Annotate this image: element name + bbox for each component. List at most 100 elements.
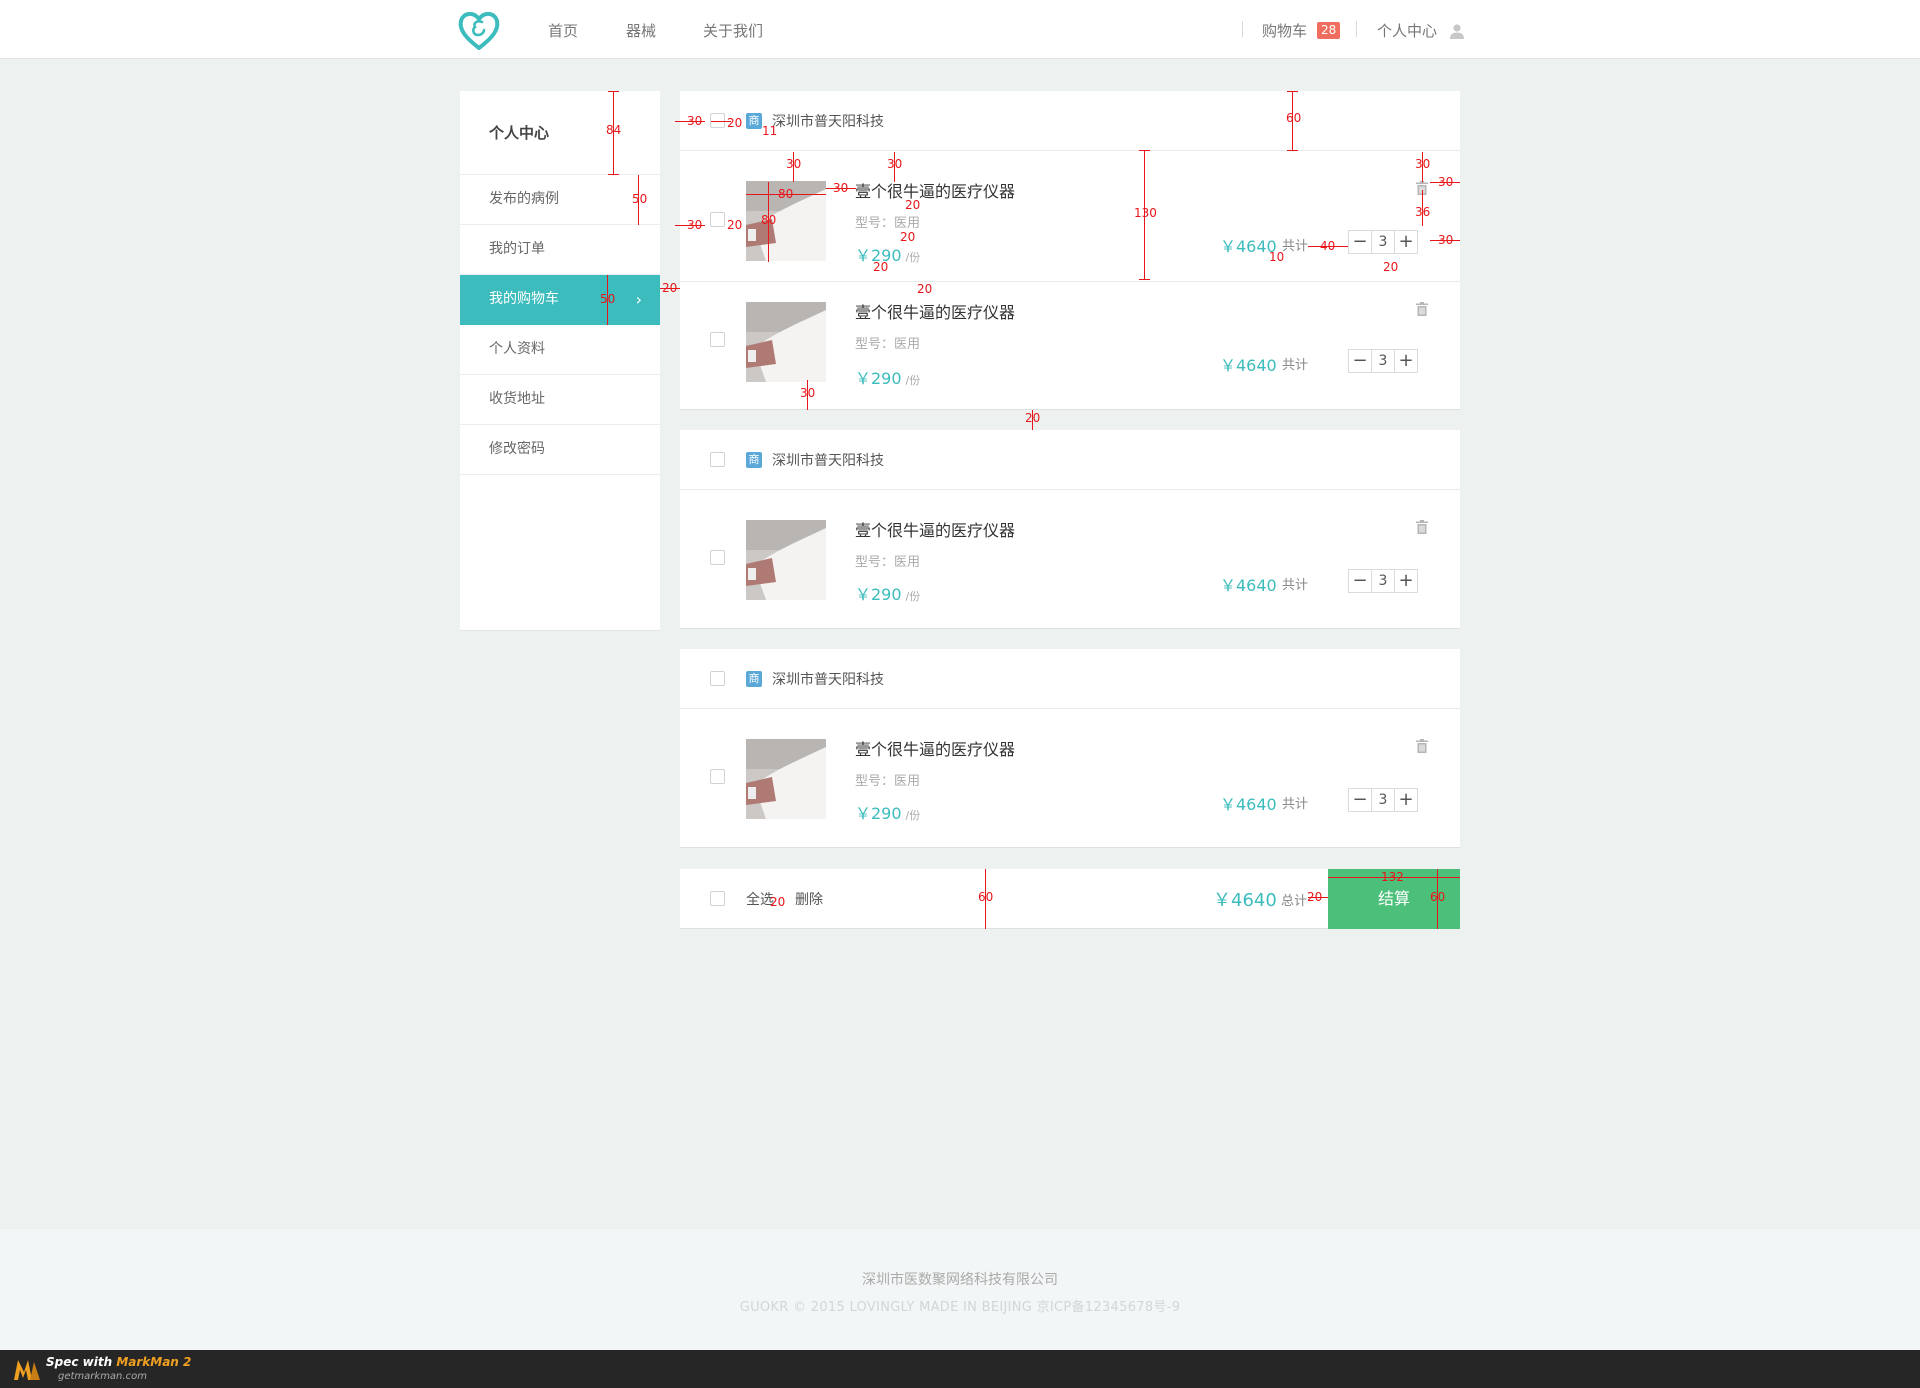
unit-price: ￥290/份 [855, 246, 921, 265]
sidebar-item-cases[interactable]: 发布的病例 [460, 175, 660, 225]
trash-icon[interactable] [1416, 302, 1428, 316]
markman-bar: Spec with MarkMan 2 getmarkman.com [0, 1350, 1920, 1388]
item-checkbox[interactable] [710, 332, 725, 347]
quantity-stepper: − 3 + [1348, 230, 1418, 254]
item-checkbox[interactable] [710, 769, 725, 784]
header-user-link[interactable]: 个人中心 [1377, 20, 1465, 41]
cart-item: 壹个很牛逼的医疗仪器 型号：医用 ￥290/份 ￥4640 共计 − 3 + [680, 490, 1460, 628]
sidebar-item-label: 修改密码 [489, 441, 545, 457]
plus-button[interactable]: + [1394, 788, 1418, 812]
minus-button[interactable]: − [1348, 788, 1372, 812]
sidebar-item-address[interactable]: 收货地址 [460, 375, 660, 425]
nav-about[interactable]: 关于我们 [703, 20, 763, 41]
quantity-stepper: − 3 + [1348, 349, 1418, 373]
product-model: 型号：医用 [855, 337, 921, 352]
product-model: 型号：医用 [855, 216, 921, 231]
item-total: ￥4640 [1220, 237, 1277, 256]
item-checkbox[interactable] [710, 212, 725, 227]
product-name[interactable]: 壹个很牛逼的医疗仪器 [855, 736, 1015, 760]
shop-name[interactable]: 深圳市普天阳科技 [772, 669, 884, 689]
sidebar-item-cart[interactable]: 我的购物车 › [460, 275, 660, 325]
nav-devices[interactable]: 器械 [626, 20, 656, 41]
quantity-input[interactable]: 3 [1371, 230, 1395, 254]
header-divider [1242, 21, 1243, 37]
shop-name[interactable]: 深圳市普天阳科技 [772, 450, 884, 470]
chevron-right-icon: › [635, 290, 642, 309]
unit-price: ￥290/份 [855, 369, 921, 388]
minus-button[interactable]: − [1348, 349, 1372, 373]
shop-checkbox[interactable] [710, 452, 725, 467]
grand-total: ￥4640 [1213, 890, 1277, 911]
product-thumbnail[interactable] [746, 520, 826, 600]
shop-header: 商 深圳市普天阳科技 [680, 649, 1460, 709]
quantity-input[interactable]: 3 [1371, 569, 1395, 593]
product-thumbnail[interactable] [746, 302, 826, 382]
shop-header: 商 深圳市普天阳科技 [680, 91, 1460, 151]
quantity-stepper: − 3 + [1348, 788, 1418, 812]
item-total-label: 共计 [1282, 578, 1309, 593]
markman-site: getmarkman.com [58, 1371, 147, 1382]
user-center-label: 个人中心 [1377, 22, 1438, 40]
top-header: 首页 器械 关于我们 购物车 28 个人中心 [0, 0, 1920, 59]
product-name[interactable]: 壹个很牛逼的医疗仪器 [855, 178, 1015, 202]
product-thumbnail[interactable] [746, 181, 826, 261]
cart-item: 壹个很牛逼的医疗仪器 型号：医用 ￥290/份 ￥4640 共计 − 3 + [680, 151, 1460, 281]
trash-icon[interactable] [1416, 739, 1428, 753]
shop-card: 商 深圳市普天阳科技 壹个很牛逼的医疗仪器 型号：医用 ￥290/份 ￥4640… [680, 430, 1460, 629]
cart-item: 壹个很牛逼的医疗仪器 型号：医用 ￥290/份 ￥4640 共计 − 3 + [680, 281, 1460, 409]
grand-total-label: 总计 [1281, 894, 1308, 909]
minus-button[interactable]: − [1348, 230, 1372, 254]
sidebar-item-label: 发布的病例 [489, 191, 559, 207]
shop-checkbox[interactable] [710, 671, 725, 686]
delete-selected-link[interactable]: 删除 [795, 889, 823, 909]
item-total: ￥4640 [1220, 576, 1277, 595]
markman-logo-icon [14, 1360, 40, 1380]
item-total-label: 共计 [1282, 239, 1309, 254]
select-all-checkbox[interactable] [710, 891, 725, 906]
unit-price: ￥290/份 [855, 585, 921, 604]
header-divider [1356, 21, 1357, 37]
plus-button[interactable]: + [1394, 349, 1418, 373]
quantity-stepper: − 3 + [1348, 569, 1418, 593]
footer: 深圳市医数聚网络科技有限公司 GUOKR © 2015 LOVINGLY MAD… [0, 1229, 1920, 1350]
product-name[interactable]: 壹个很牛逼的医疗仪器 [855, 299, 1015, 323]
minus-button[interactable]: − [1348, 569, 1372, 593]
item-total-label: 共计 [1282, 358, 1309, 373]
nav-home[interactable]: 首页 [548, 20, 578, 41]
select-all-label[interactable]: 全选 [746, 889, 774, 909]
product-thumbnail[interactable] [746, 739, 826, 819]
logo-icon[interactable] [456, 8, 502, 52]
cart-summary-bar: 全选 删除 ￥4640 总计 结算 [680, 869, 1460, 929]
unit-price: ￥290/份 [855, 804, 921, 823]
sidebar-item-profile[interactable]: 个人资料 [460, 325, 660, 375]
checkout-button[interactable]: 结算 [1328, 869, 1460, 929]
cart-count-badge: 28 [1317, 22, 1341, 39]
sidebar: 个人中心 发布的病例 我的订单 我的购物车 › 个人资料 收货地址 修改密码 [460, 91, 660, 631]
sidebar-title: 个人中心 [460, 91, 660, 175]
shop-header: 商 深圳市普天阳科技 [680, 430, 1460, 490]
user-icon [1450, 23, 1465, 39]
sidebar-item-label: 收货地址 [489, 391, 545, 407]
header-cart-link[interactable]: 购物车 28 [1262, 20, 1341, 41]
trash-icon[interactable] [1416, 520, 1428, 534]
item-total: ￥4640 [1220, 356, 1277, 375]
cart-label: 购物车 [1262, 22, 1308, 40]
item-total: ￥4640 [1220, 795, 1277, 814]
plus-button[interactable]: + [1394, 569, 1418, 593]
quantity-input[interactable]: 3 [1371, 788, 1395, 812]
product-model: 型号：医用 [855, 555, 921, 570]
sidebar-item-orders[interactable]: 我的订单 [460, 225, 660, 275]
sidebar-item-label: 我的订单 [489, 241, 545, 257]
product-name[interactable]: 壹个很牛逼的医疗仪器 [855, 517, 1015, 541]
sidebar-item-label: 我的购物车 [489, 291, 559, 307]
sidebar-item-password[interactable]: 修改密码 [460, 425, 660, 475]
sidebar-item-label: 个人资料 [489, 341, 545, 357]
quantity-input[interactable]: 3 [1371, 349, 1395, 373]
plus-button[interactable]: + [1394, 230, 1418, 254]
shop-name[interactable]: 深圳市普天阳科技 [772, 111, 884, 131]
shop-icon: 商 [746, 113, 762, 129]
item-checkbox[interactable] [710, 550, 725, 565]
footer-company: 深圳市医数聚网络科技有限公司 [862, 1272, 1058, 1288]
shop-card: 商 深圳市普天阳科技 壹个很牛逼的医疗仪器 型号：医用 ￥290/份 ￥4640… [680, 91, 1460, 410]
item-total-label: 共计 [1282, 797, 1309, 812]
